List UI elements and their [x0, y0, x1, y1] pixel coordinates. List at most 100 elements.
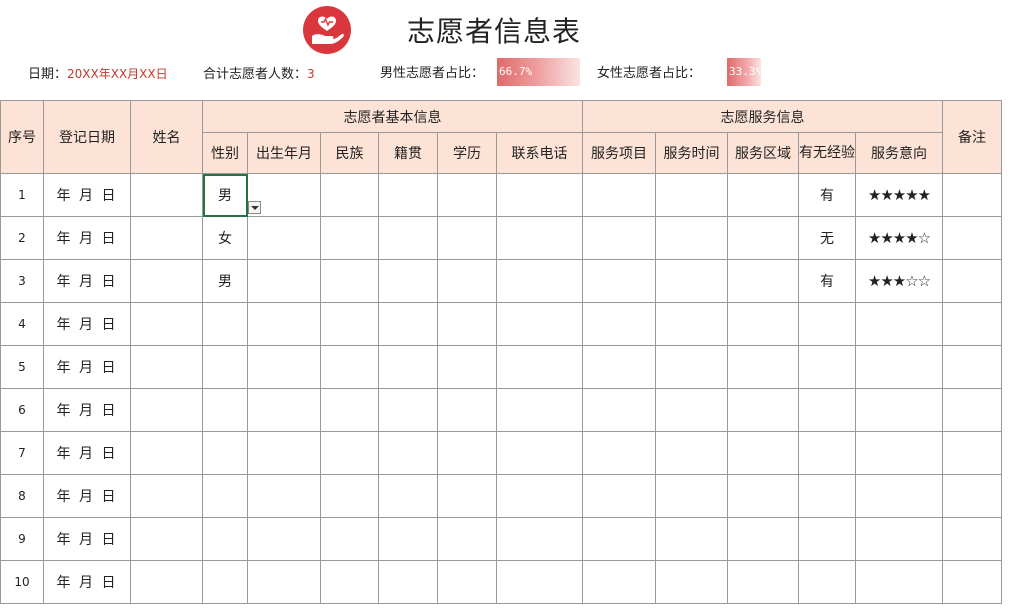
cell-seq[interactable]: 1 — [0, 173, 44, 217]
cell-notes[interactable] — [942, 173, 1002, 217]
cell-name[interactable] — [130, 431, 203, 475]
header-native-place[interactable]: 籍贯 — [378, 132, 438, 174]
cell-birth[interactable] — [247, 560, 321, 604]
cell-service-item[interactable] — [582, 302, 656, 346]
cell-experience[interactable] — [798, 474, 856, 518]
cell-experience[interactable] — [798, 517, 856, 561]
cell-phone[interactable] — [496, 259, 583, 303]
header-gender[interactable]: 性别 — [202, 132, 248, 174]
cell-intent-rating[interactable]: ★★★★☆ — [855, 216, 943, 260]
cell-experience[interactable]: 有 — [798, 259, 856, 303]
cell-phone[interactable] — [496, 474, 583, 518]
cell-service-item[interactable] — [582, 474, 656, 518]
cell-intent-rating[interactable]: ★★★☆☆ — [855, 259, 943, 303]
header-name[interactable]: 姓名 — [130, 100, 203, 174]
cell-intent-rating[interactable] — [855, 345, 943, 389]
cell-service-time[interactable] — [655, 259, 728, 303]
cell-ethnicity[interactable] — [320, 474, 379, 518]
cell-service-area[interactable] — [727, 474, 799, 518]
cell-intent-rating[interactable] — [855, 517, 943, 561]
cell-reg-date[interactable]: 年 月 日 — [43, 259, 131, 303]
cell-ethnicity[interactable] — [320, 173, 379, 217]
cell-seq[interactable]: 8 — [0, 474, 44, 518]
cell-intent-rating[interactable] — [855, 302, 943, 346]
cell-gender[interactable] — [202, 560, 248, 604]
cell-reg-date[interactable]: 年 月 日 — [43, 173, 131, 217]
cell-seq[interactable]: 4 — [0, 302, 44, 346]
cell-service-time[interactable] — [655, 173, 728, 217]
cell-service-time[interactable] — [655, 216, 728, 260]
cell-experience[interactable] — [798, 431, 856, 475]
cell-seq[interactable]: 9 — [0, 517, 44, 561]
cell-service-area[interactable] — [727, 517, 799, 561]
cell-name[interactable] — [130, 517, 203, 561]
cell-education[interactable] — [437, 474, 497, 518]
cell-ethnicity[interactable] — [320, 302, 379, 346]
cell-notes[interactable] — [942, 474, 1002, 518]
count-value[interactable]: 3 — [307, 67, 315, 81]
cell-native-place[interactable] — [378, 431, 438, 475]
header-notes[interactable]: 备注 — [942, 100, 1002, 174]
cell-service-time[interactable] — [655, 388, 728, 432]
header-service-group[interactable]: 志愿服务信息 — [582, 100, 943, 133]
cell-native-place[interactable] — [378, 345, 438, 389]
cell-name[interactable] — [130, 216, 203, 260]
cell-service-time[interactable] — [655, 517, 728, 561]
cell-service-item[interactable] — [582, 431, 656, 475]
cell-service-item[interactable] — [582, 517, 656, 561]
cell-gender[interactable] — [202, 431, 248, 475]
cell-service-time[interactable] — [655, 431, 728, 475]
cell-seq[interactable]: 5 — [0, 345, 44, 389]
cell-gender[interactable]: 女 — [202, 216, 248, 260]
header-experience[interactable]: 有无经验 — [798, 132, 856, 174]
date-value[interactable]: 20XX年XX月XX日 — [67, 67, 168, 81]
cell-intent-rating[interactable] — [855, 388, 943, 432]
cell-experience[interactable] — [798, 388, 856, 432]
gender-dropdown-button[interactable] — [248, 201, 261, 214]
cell-intent-rating[interactable] — [855, 474, 943, 518]
cell-notes[interactable] — [942, 259, 1002, 303]
cell-intent-rating[interactable] — [855, 560, 943, 604]
header-seq[interactable]: 序号 — [0, 100, 44, 174]
cell-service-time[interactable] — [655, 345, 728, 389]
cell-education[interactable] — [437, 560, 497, 604]
cell-education[interactable] — [437, 259, 497, 303]
cell-intent-rating[interactable] — [855, 431, 943, 475]
header-birth[interactable]: 出生年月 — [247, 132, 321, 174]
cell-phone[interactable] — [496, 302, 583, 346]
cell-native-place[interactable] — [378, 216, 438, 260]
cell-reg-date[interactable]: 年 月 日 — [43, 216, 131, 260]
female-ratio-databar[interactable]: 33.3% — [727, 58, 761, 86]
cell-education[interactable] — [437, 345, 497, 389]
cell-service-area[interactable] — [727, 345, 799, 389]
cell-notes[interactable] — [942, 216, 1002, 260]
cell-birth[interactable] — [247, 302, 321, 346]
cell-seq[interactable]: 6 — [0, 388, 44, 432]
cell-native-place[interactable] — [378, 388, 438, 432]
cell-native-place[interactable] — [378, 173, 438, 217]
cell-gender[interactable] — [202, 345, 248, 389]
cell-name[interactable] — [130, 345, 203, 389]
cell-gender[interactable] — [202, 474, 248, 518]
cell-service-area[interactable] — [727, 173, 799, 217]
cell-gender[interactable]: 男 — [202, 259, 248, 303]
cell-gender[interactable]: 男 — [202, 173, 248, 217]
cell-experience[interactable] — [798, 302, 856, 346]
header-service-item[interactable]: 服务项目 — [582, 132, 656, 174]
cell-birth[interactable] — [247, 431, 321, 475]
cell-service-time[interactable] — [655, 474, 728, 518]
cell-education[interactable] — [437, 216, 497, 260]
cell-service-item[interactable] — [582, 173, 656, 217]
cell-ethnicity[interactable] — [320, 431, 379, 475]
cell-seq[interactable]: 2 — [0, 216, 44, 260]
cell-ethnicity[interactable] — [320, 259, 379, 303]
cell-service-item[interactable] — [582, 560, 656, 604]
cell-gender[interactable] — [202, 302, 248, 346]
cell-experience[interactable]: 有 — [798, 173, 856, 217]
cell-birth[interactable] — [247, 345, 321, 389]
cell-seq[interactable]: 7 — [0, 431, 44, 475]
cell-reg-date[interactable]: 年 月 日 — [43, 345, 131, 389]
cell-service-item[interactable] — [582, 388, 656, 432]
cell-name[interactable] — [130, 560, 203, 604]
cell-gender[interactable] — [202, 517, 248, 561]
